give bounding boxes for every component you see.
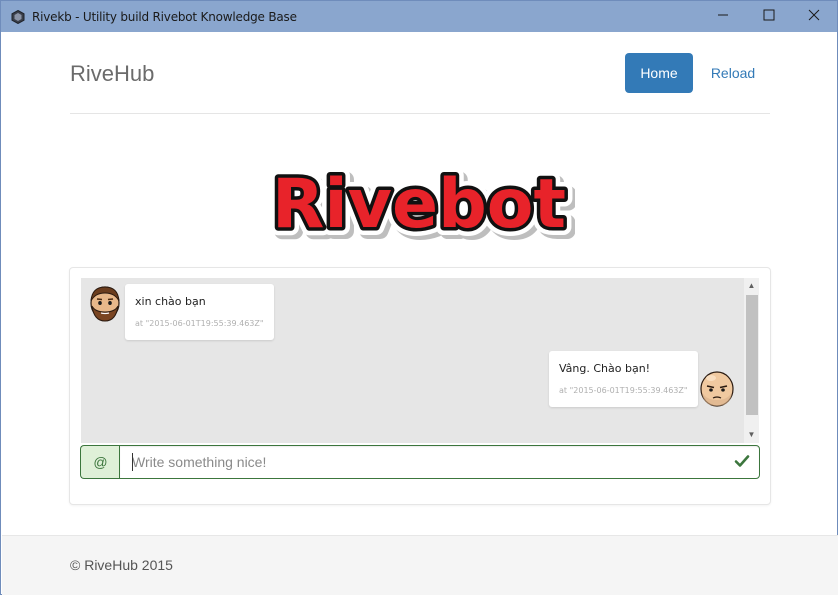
header-divider: [70, 113, 770, 114]
message-timestamp: at "2015-06-01T19:55:39.463Z": [135, 319, 264, 328]
message-timestamp: at "2015-06-01T19:55:39.463Z": [559, 386, 688, 395]
at-sign-addon: @: [80, 445, 120, 479]
title-bar[interactable]: Rivekb - Utility build Rivebot Knowledge…: [1, 1, 837, 32]
app-icon: [11, 9, 25, 25]
scroll-up-arrow-icon[interactable]: ▲: [744, 280, 759, 292]
minimize-icon: [717, 8, 729, 26]
logo-text: Rivebot: [272, 165, 566, 244]
nav-home-button[interactable]: Home: [625, 53, 693, 93]
app-window: Rivekb - Utility build Rivebot Knowledge…: [0, 0, 838, 595]
rivebot-logo: Rivebot Rivebot Rivebot Rivebot: [263, 153, 578, 256]
chat-message-outgoing: Vâng. Chào bạn! at "2015-06-01T19:55:39.…: [549, 351, 698, 407]
message-text: Vâng. Chào bạn!: [559, 362, 651, 375]
check-icon: [734, 453, 750, 469]
window-title: Rivekb - Utility build Rivebot Knowledge…: [32, 10, 297, 24]
bald-man-avatar: [699, 368, 735, 408]
text-caret: [132, 453, 133, 471]
bearded-man-avatar: [88, 284, 122, 324]
message-input[interactable]: [119, 445, 760, 479]
message-text: xin chào bạn: [135, 295, 206, 308]
maximize-icon: [763, 8, 775, 26]
maximize-button[interactable]: [747, 1, 791, 32]
close-button[interactable]: [792, 1, 836, 32]
close-icon: [808, 8, 820, 26]
scroll-thumb[interactable]: [746, 295, 758, 415]
chat-message-incoming: xin chào bạn at "2015-06-01T19:55:39.463…: [125, 284, 274, 340]
scroll-down-arrow-icon[interactable]: ▼: [744, 429, 759, 441]
nav-reload-link[interactable]: Reload: [699, 53, 767, 93]
minimize-button[interactable]: [701, 1, 745, 32]
footer-copyright: © RiveHub 2015: [70, 557, 173, 573]
brand-title[interactable]: RiveHub: [70, 61, 154, 87]
